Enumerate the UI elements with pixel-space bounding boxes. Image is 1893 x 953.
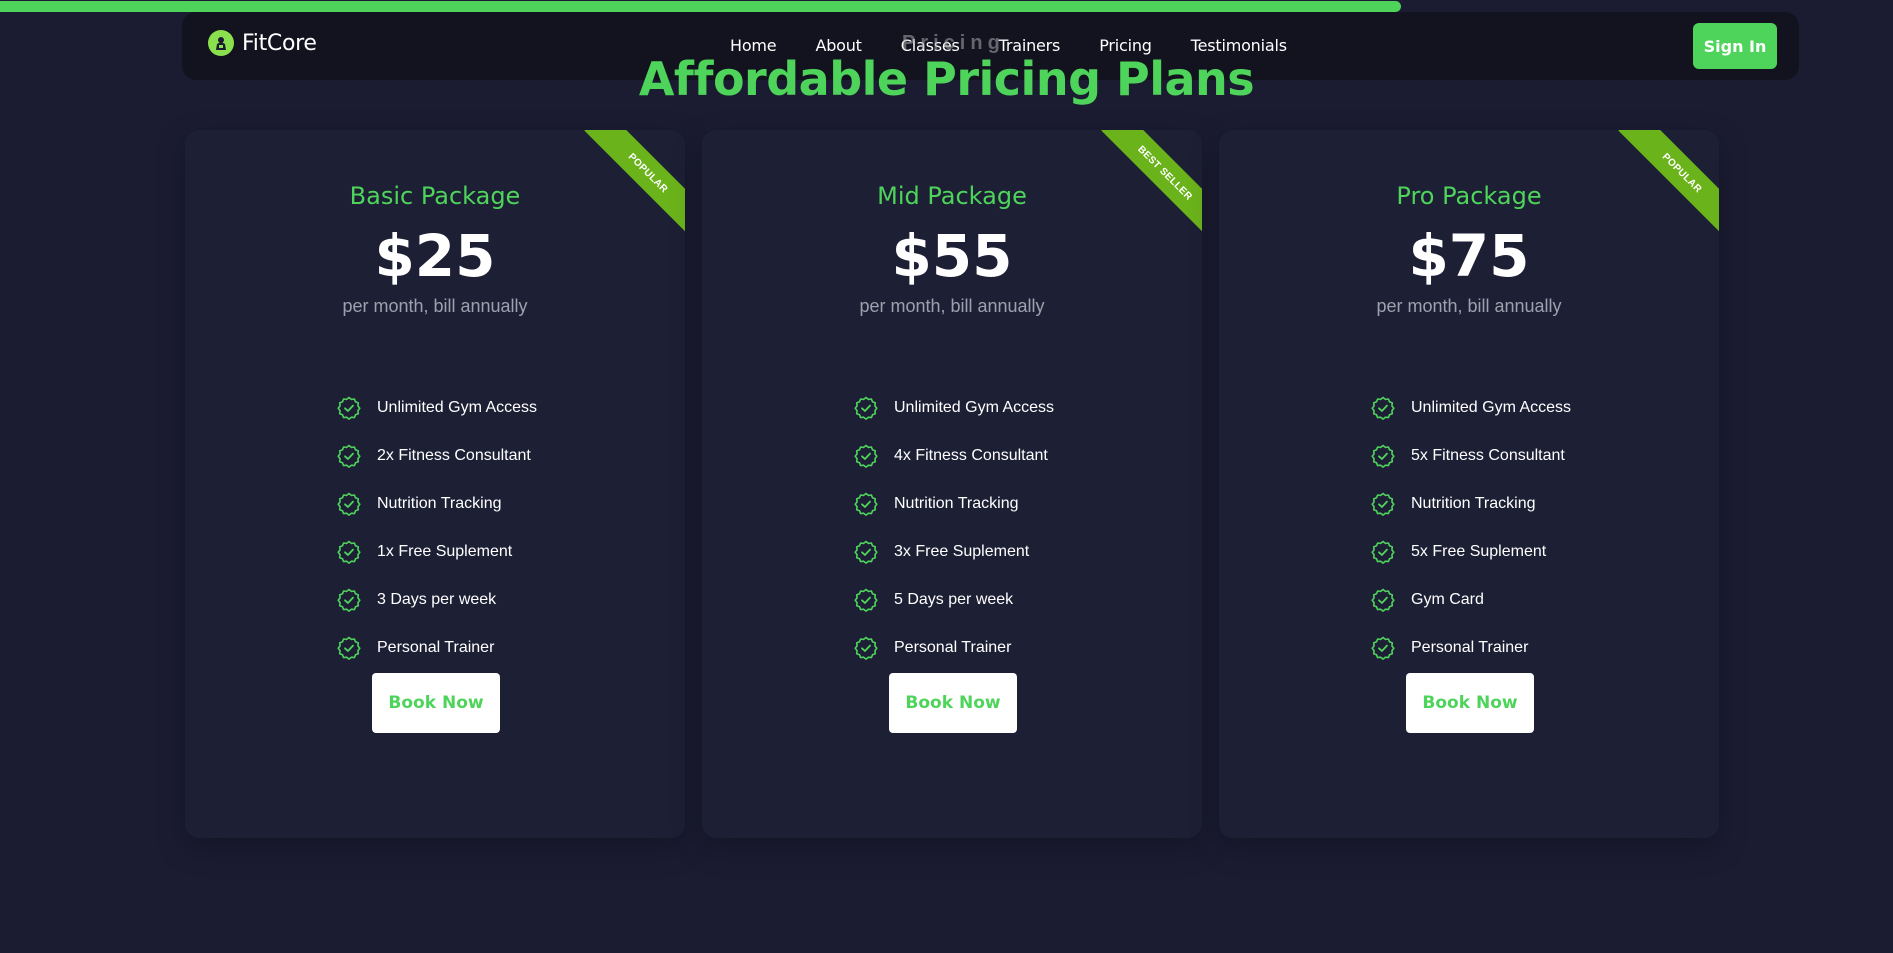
feature-list: Unlimited Gym Access 4x Fitness Consulta… — [854, 384, 1054, 672]
feature-list: Unlimited Gym Access 2x Fitness Consulta… — [337, 384, 537, 672]
plan-name: Basic Package — [349, 182, 521, 210]
check-badge-icon — [1371, 492, 1395, 516]
plan-billing: per month, bill annually — [342, 296, 528, 316]
book-now-button[interactable]: Book Now — [1406, 673, 1534, 733]
feature-item: 5x Free Suplement — [1371, 528, 1571, 576]
plan-price: $75 — [1408, 222, 1530, 290]
pricing-card-pro: POPULAR Pro Package $75 per month, bill … — [1219, 130, 1719, 838]
feature-item: 4x Fitness Consultant — [854, 432, 1054, 480]
feature-item: Unlimited Gym Access — [1371, 384, 1571, 432]
check-badge-icon — [854, 444, 878, 468]
check-badge-icon — [854, 540, 878, 564]
feature-item: 3 Days per week — [337, 576, 537, 624]
check-badge-icon — [337, 588, 361, 612]
scroll-progress-track — [0, 0, 1893, 12]
plan-name: Pro Package — [1396, 182, 1542, 210]
check-badge-icon — [1371, 588, 1395, 612]
plan-name: Mid Package — [877, 182, 1027, 210]
feature-item: 5x Fitness Consultant — [1371, 432, 1571, 480]
feature-item: Personal Trainer — [1371, 624, 1571, 672]
pricing-card-basic: POPULAR Basic Package $25 per month, bil… — [185, 130, 685, 838]
check-badge-icon — [1371, 444, 1395, 468]
check-badge-icon — [337, 444, 361, 468]
feature-item: Unlimited Gym Access — [337, 384, 537, 432]
feature-item: 2x Fitness Consultant — [337, 432, 537, 480]
scroll-progress-bar — [0, 1, 1401, 12]
feature-list: Unlimited Gym Access 5x Fitness Consulta… — [1371, 384, 1571, 672]
check-badge-icon — [337, 492, 361, 516]
check-badge-icon — [337, 540, 361, 564]
pricing-card-mid: BEST SELLER Mid Package $55 per month, b… — [702, 130, 1202, 838]
book-now-button[interactable]: Book Now — [372, 673, 500, 733]
feature-item: Gym Card — [1371, 576, 1571, 624]
plan-billing: per month, bill annually — [1376, 296, 1562, 316]
feature-item: Personal Trainer — [854, 624, 1054, 672]
check-badge-icon — [337, 396, 361, 420]
feature-item: Personal Trainer — [337, 624, 537, 672]
book-now-button[interactable]: Book Now — [889, 673, 1017, 733]
check-badge-icon — [1371, 540, 1395, 564]
feature-item: Nutrition Tracking — [854, 480, 1054, 528]
plan-billing: per month, bill annually — [859, 296, 1045, 316]
feature-item: Nutrition Tracking — [1371, 480, 1571, 528]
check-badge-icon — [854, 492, 878, 516]
check-badge-icon — [1371, 396, 1395, 420]
plan-price: $55 — [891, 222, 1013, 290]
check-badge-icon — [854, 588, 878, 612]
check-badge-icon — [854, 636, 878, 660]
feature-item: 1x Free Suplement — [337, 528, 537, 576]
feature-item: Nutrition Tracking — [337, 480, 537, 528]
feature-item: 5 Days per week — [854, 576, 1054, 624]
feature-item: Unlimited Gym Access — [854, 384, 1054, 432]
check-badge-icon — [854, 396, 878, 420]
check-badge-icon — [337, 636, 361, 660]
feature-item: 3x Free Suplement — [854, 528, 1054, 576]
plan-price: $25 — [374, 222, 496, 290]
check-badge-icon — [1371, 636, 1395, 660]
section-title: Affordable Pricing Plans — [638, 52, 1255, 106]
